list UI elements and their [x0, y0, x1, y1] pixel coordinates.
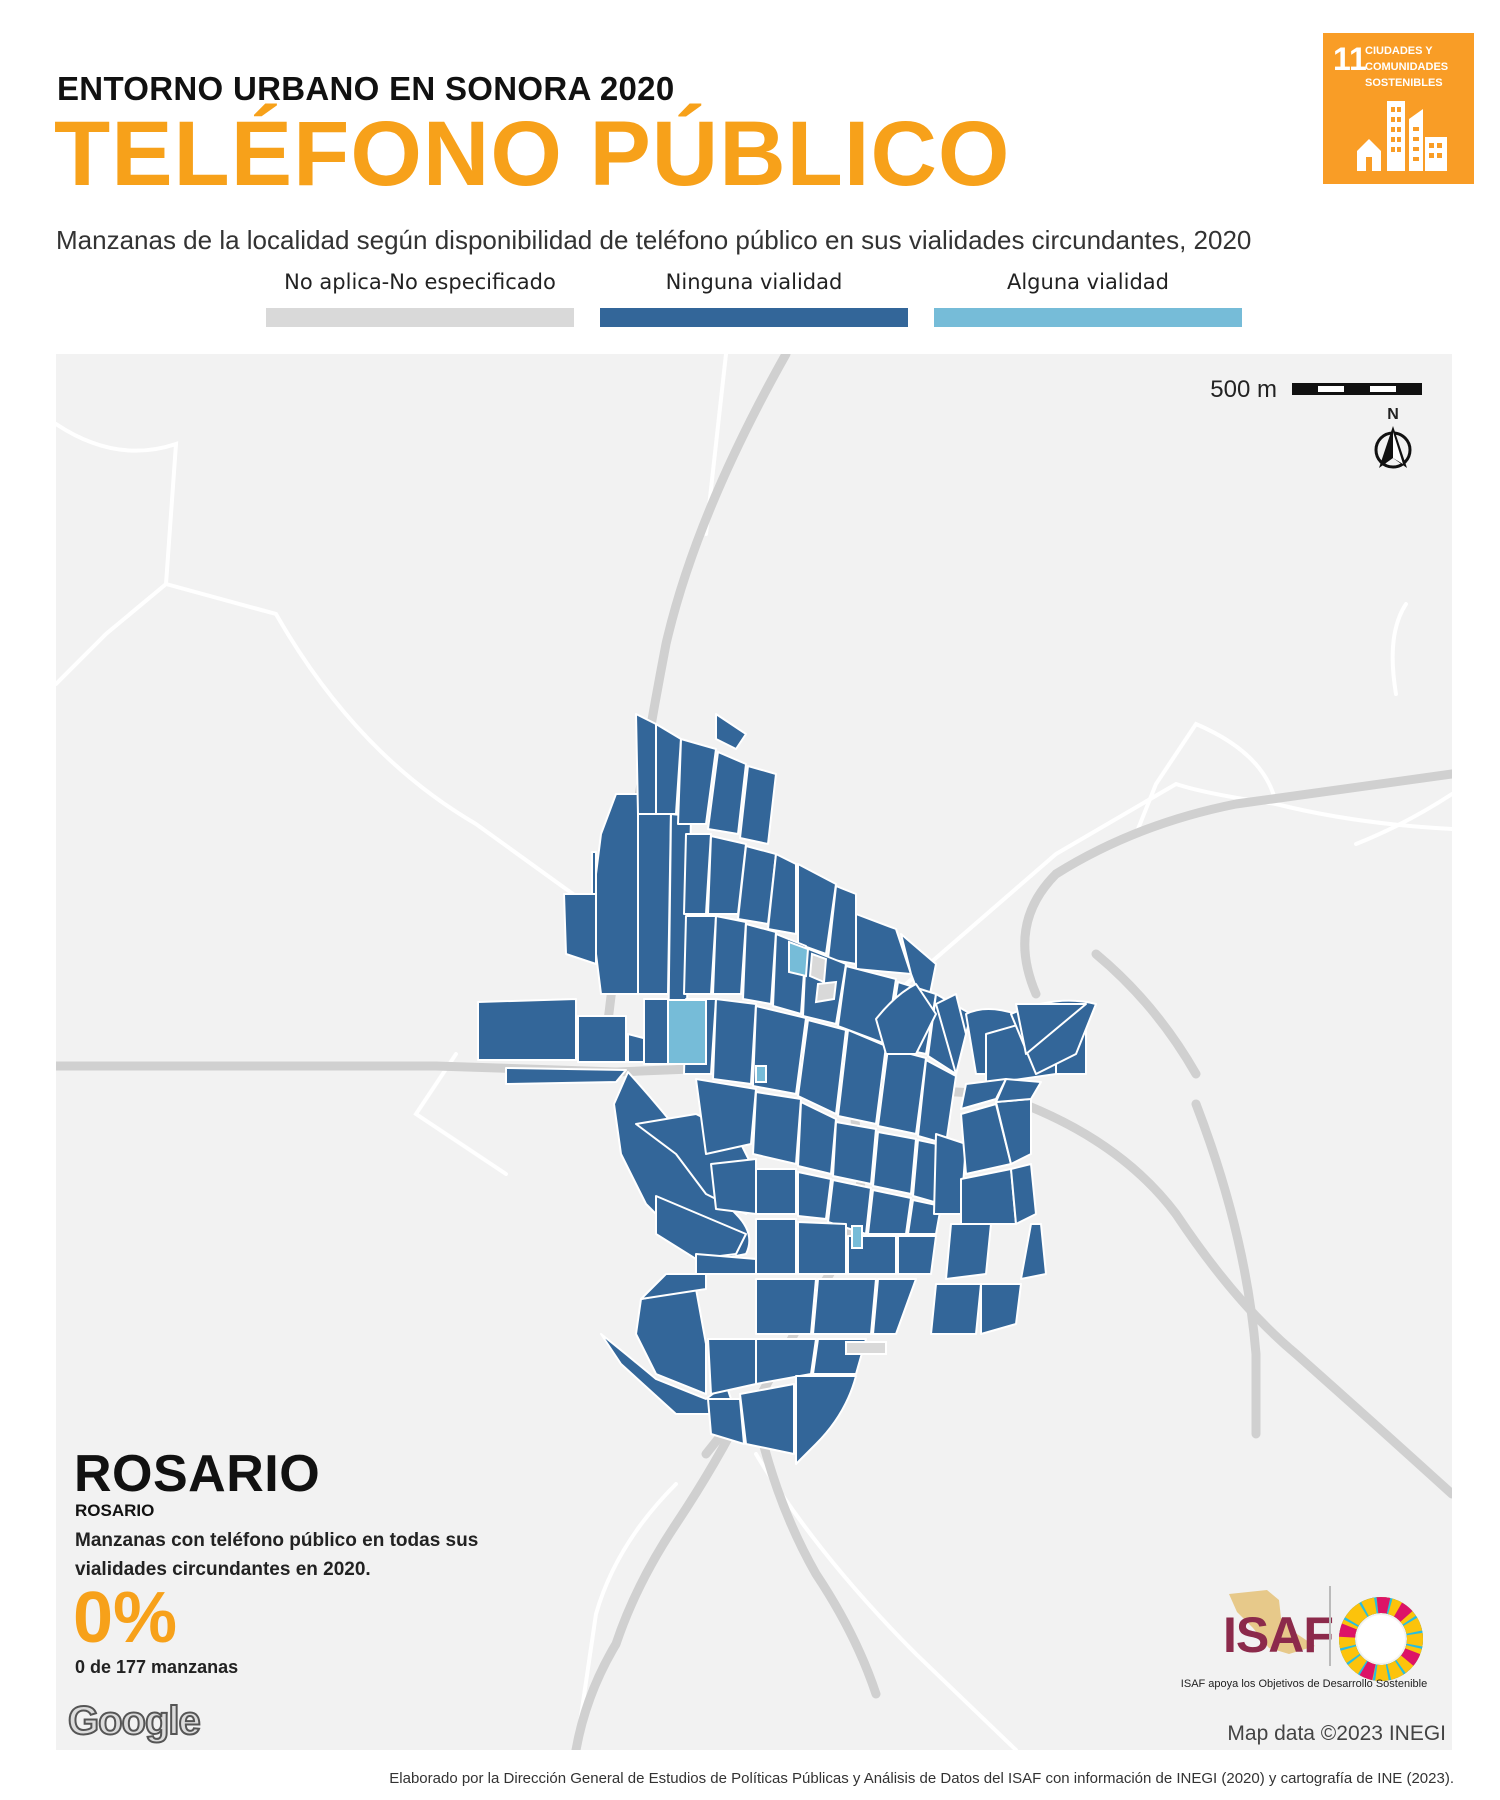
location-subname: ROSARIO [75, 1501, 155, 1520]
isaf-logo: ISAF [1223, 1607, 1334, 1663]
map-attribution: Map data ©2023 INEGI [1227, 1722, 1446, 1745]
north-arrow-icon [1374, 426, 1412, 469]
legend-item-alguna: Alguna vialidad [934, 270, 1242, 327]
legend-item-no-aplica: No aplica-No especificado [266, 270, 574, 327]
legend-swatch [600, 308, 908, 327]
stat-count: 0 de 177 manzanas [75, 1657, 239, 1677]
scale-bar [1292, 383, 1422, 395]
city-buildings-icon [1357, 101, 1447, 171]
scale-segment [1318, 386, 1344, 392]
legend-item-ninguna: Ninguna vialidad [600, 270, 908, 327]
north-letter: N [1387, 406, 1399, 423]
sdg-11-badge: 11 CIUDADES Y COMUNIDADES SOSTENIBLES [1323, 33, 1474, 184]
legend-label: No aplica-No especificado [284, 270, 556, 294]
sdg-text: CIUDADES Y COMUNIDADES SOSTENIBLES [1365, 45, 1449, 89]
isaf-caption: ISAF apoya los Objetivos de Desarrollo S… [1180, 1678, 1428, 1690]
stat-percentage: 0% [73, 1578, 178, 1658]
north-arrow: N [1373, 406, 1413, 470]
legend-swatch [266, 308, 574, 327]
location-name: ROSARIO [74, 1445, 321, 1503]
sdg-number: 11 [1333, 41, 1367, 77]
page-title: TELÉFONO PÚBLICO [54, 103, 1011, 205]
map-panel[interactable]: 500 m N ROSARIO ROSARIO Manzanas con tel… [56, 354, 1452, 1750]
isaf-logo-block: ISAF ISAF apoya los Objetivos de Desarro… [1159, 1586, 1449, 1696]
legend-swatch [934, 308, 1242, 327]
scale-segment [1370, 386, 1396, 392]
legend-label: Ninguna vialidad [665, 270, 843, 294]
google-logo: Google [67, 1698, 202, 1744]
stat-description: Manzanas con teléfono público en todas s… [75, 1530, 479, 1580]
footer-credit: Elaborado por la Dirección General de Es… [389, 1770, 1454, 1787]
scale-label: 500 m [1210, 376, 1277, 403]
legend-label: Alguna vialidad [1006, 270, 1170, 294]
blocks-ninguna [477, 713, 1097, 1465]
map-subtitle: Manzanas de la localidad según disponibi… [56, 225, 1252, 255]
logo-divider [1329, 1586, 1331, 1666]
